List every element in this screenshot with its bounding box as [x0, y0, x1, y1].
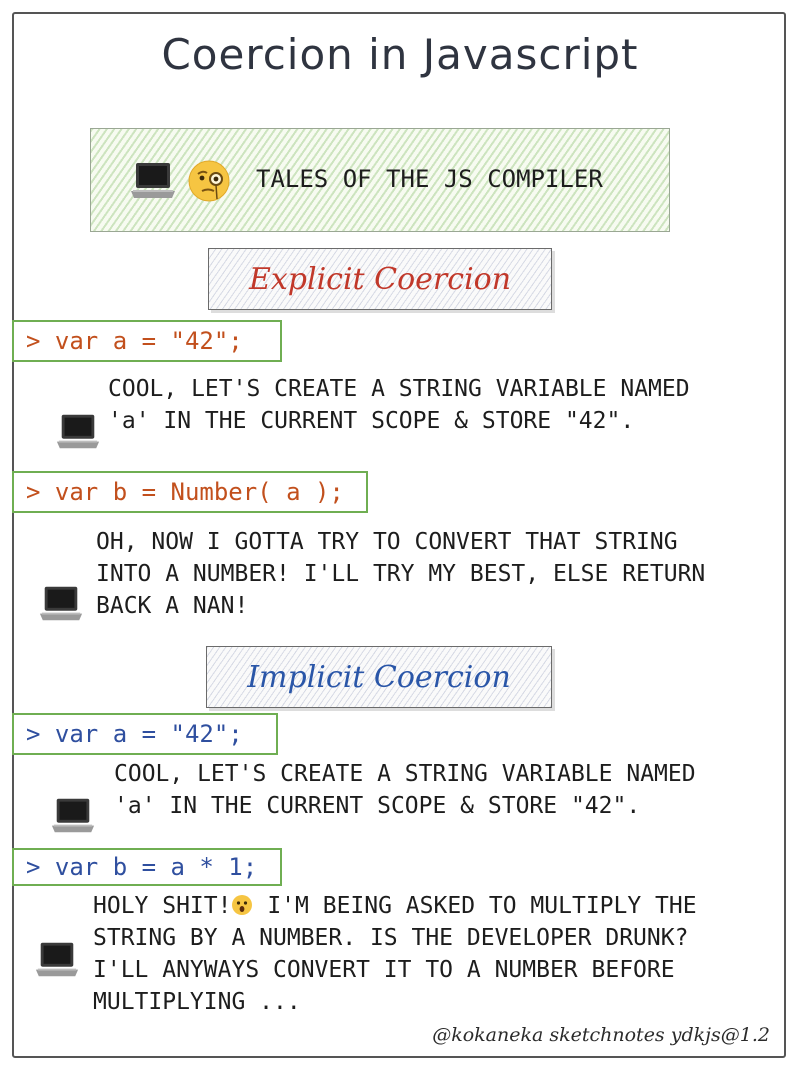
implicit-desc-1: COOL, LET'S CREATE A STRING VARIABLE NAM…: [114, 758, 696, 822]
sketchnote-page: Coercion in Javascript TALES OF THE JS C…: [0, 0, 800, 1074]
desc-line: COOL, LET'S CREATE A STRING VARIABLE NAM…: [108, 376, 690, 402]
implicit-coercion-label: Implicit Coercion: [206, 646, 552, 708]
code-text: > var b = Number( a );: [26, 478, 344, 506]
laptop-icon: [35, 942, 79, 977]
implicit-code-2: > var b = a * 1;: [12, 848, 282, 886]
explicit-code-2: > var b = Number( a );: [12, 471, 368, 513]
page-title: Coercion in Javascript: [161, 30, 639, 79]
desc-line: BACK A NAN!: [96, 593, 249, 619]
implicit-desc-2: HOLY SHIT! I'M BEING ASKED TO MULTIPLY T…: [93, 890, 697, 1018]
laptop-icon: [39, 586, 83, 621]
author-credit: @kokaneka sketchnotes ydkjs@1.2: [432, 1024, 770, 1046]
implicit-code-1: > var a = "42";: [12, 713, 278, 755]
banner-text: TALES OF THE JS COMPILER: [256, 165, 603, 193]
laptop-icon: [131, 163, 175, 198]
laptop-icon: [56, 414, 100, 449]
monocle-face-icon: [188, 160, 230, 202]
desc-line: 'a' IN THE CURRENT SCOPE & STORE "42".: [108, 408, 635, 434]
desc-line: 'a' IN THE CURRENT SCOPE & STORE "42".: [114, 793, 641, 819]
laptop-icon: [51, 798, 95, 833]
desc-line: I'LL ANYWAYS CONVERT IT TO A NUMBER BEFO…: [93, 957, 675, 983]
desc-line: STRING BY A NUMBER. IS THE DEVELOPER DRU…: [93, 925, 689, 951]
explicit-desc-1: COOL, LET'S CREATE A STRING VARIABLE NAM…: [108, 373, 690, 437]
code-text: > var a = "42";: [26, 327, 243, 355]
desc-line: I'M BEING ASKED TO MULTIPLY THE: [253, 893, 697, 919]
code-text: > var b = a * 1;: [26, 853, 258, 881]
banner-icons: [129, 159, 231, 203]
code-text: > var a = "42";: [26, 720, 243, 748]
astonished-face-icon: [232, 895, 253, 915]
desc-line: COOL, LET'S CREATE A STRING VARIABLE NAM…: [114, 761, 696, 787]
desc-line: OH, NOW I GOTTA TRY TO CONVERT THAT STRI…: [96, 529, 678, 555]
explicit-coercion-label: Explicit Coercion: [208, 248, 552, 310]
explicit-code-1: > var a = "42";: [12, 320, 282, 362]
explicit-desc-2: OH, NOW I GOTTA TRY TO CONVERT THAT STRI…: [96, 526, 705, 622]
banner: TALES OF THE JS COMPILER: [90, 128, 670, 232]
desc-line: MULTIPLYING ...: [93, 989, 301, 1015]
desc-line: INTO A NUMBER! I'LL TRY MY BEST, ELSE RE…: [96, 561, 706, 587]
desc-line: HOLY SHIT!: [93, 893, 232, 919]
